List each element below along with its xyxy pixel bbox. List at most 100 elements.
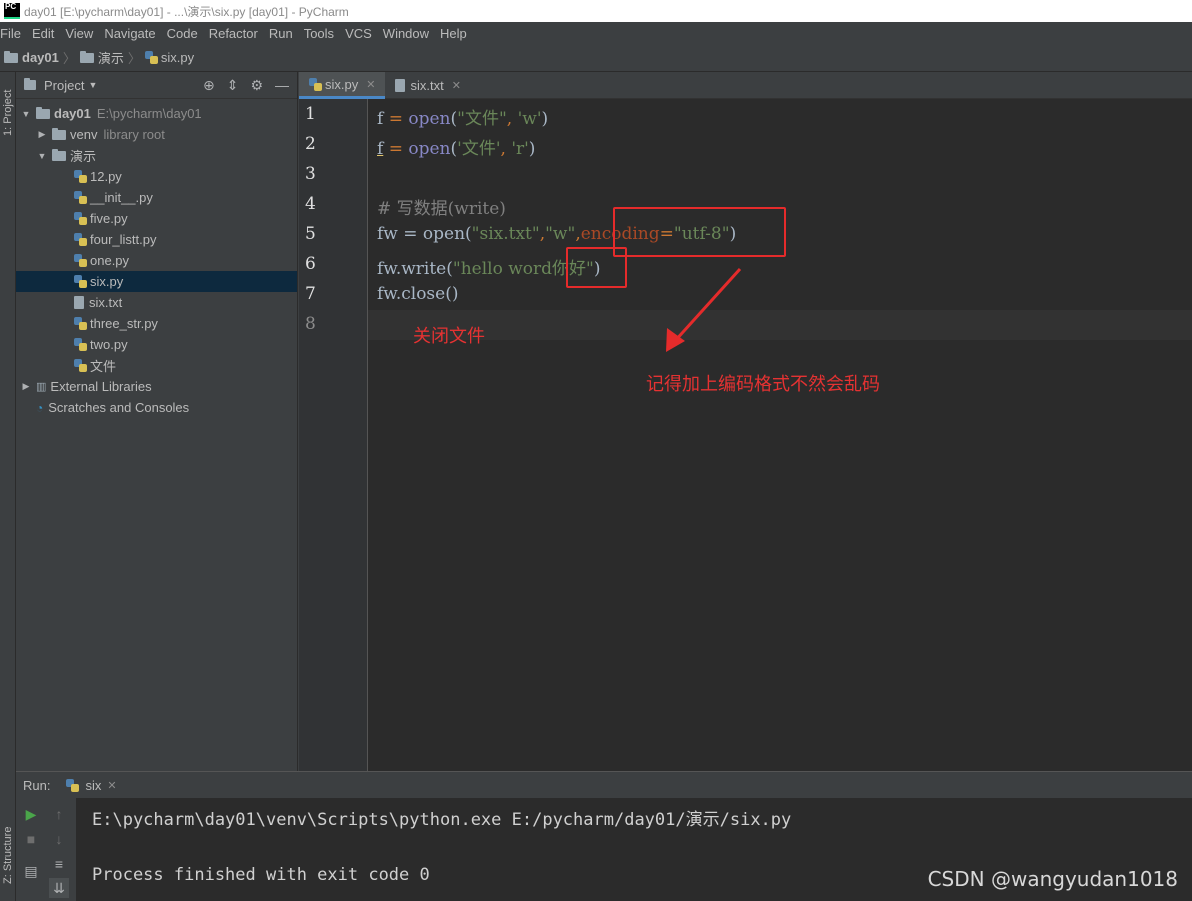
tree-item-file[interactable]: 文件: [16, 355, 297, 376]
breadcrumb-separator: 〉: [62, 51, 76, 66]
expand-arrow-icon[interactable]: ▼: [20, 109, 32, 119]
stop-icon[interactable]: ■: [21, 829, 41, 849]
line-number: 5: [305, 224, 316, 244]
python-file-icon: [74, 170, 87, 183]
gear-icon[interactable]: ⚙: [250, 77, 263, 94]
scroll-to-end-icon[interactable]: ⇊: [49, 878, 69, 898]
python-file-icon: [74, 254, 87, 267]
arrow-down-icon[interactable]: ↓: [49, 829, 69, 849]
line-number: 4: [305, 194, 316, 214]
tree-item-folder[interactable]: ▼ 演示: [16, 145, 297, 166]
rerun-icon[interactable]: ▶: [21, 804, 41, 824]
python-file-icon: [66, 778, 80, 792]
project-tool-tab[interactable]: 1: Project: [0, 78, 16, 148]
project-view-icon: [24, 78, 36, 90]
python-file-icon: [74, 212, 87, 225]
project-tree: ▼ day01 E:\pycharm\day01 ▶ venv library …: [16, 99, 297, 418]
tree-item-file[interactable]: six.txt: [16, 292, 297, 313]
console-output-line: E:\pycharm\day01\venv\Scripts\python.exe…: [92, 810, 792, 830]
folder-icon: [52, 148, 66, 161]
tab-six-py[interactable]: six.py ✕: [299, 72, 386, 99]
python-file-icon: [74, 191, 87, 204]
project-panel-header: Project ▼ ⊕ ⇕ ⚙ —: [16, 72, 297, 99]
menu-edit[interactable]: Edit: [32, 26, 54, 41]
tree-item-file[interactable]: three_str.py: [16, 313, 297, 334]
menu-navigate[interactable]: Navigate: [104, 26, 155, 41]
tab-six-txt[interactable]: six.txt ✕: [385, 72, 470, 99]
tree-item-file[interactable]: 12.py: [16, 166, 297, 187]
pycharm-icon: PC: [4, 3, 20, 19]
tree-item-external-libraries[interactable]: ▶ ▥ External Libraries: [16, 376, 297, 397]
line-number: 2: [305, 134, 316, 154]
annotation-arrow-icon: [666, 267, 742, 352]
run-panel-header: Run: six ✕: [16, 772, 1192, 798]
tree-item-file[interactable]: two.py: [16, 334, 297, 355]
soft-wrap-icon[interactable]: ≡: [49, 854, 69, 874]
close-icon[interactable]: ✕: [366, 78, 375, 91]
chinese-text-highlight-box: [566, 247, 627, 288]
python-file-icon: [309, 77, 322, 91]
layout-icon[interactable]: ▤: [21, 861, 41, 881]
code-editor[interactable]: 1 2 3 4 5 6 7 8 f = open("文件", 'w') f = …: [299, 99, 1192, 771]
line-number: 8: [305, 314, 316, 334]
menu-tools[interactable]: Tools: [304, 26, 334, 41]
tree-item-scratches[interactable]: ◔ Scratches and Consoles: [16, 397, 297, 418]
console-output-line: Process finished with exit code 0: [92, 865, 430, 885]
watermark: CSDN @wangyudan1018: [927, 867, 1178, 891]
menu-code[interactable]: Code: [167, 26, 198, 41]
menu-window[interactable]: Window: [383, 26, 429, 41]
menu-view[interactable]: View: [65, 26, 93, 41]
tree-item-file[interactable]: four_listt.py: [16, 229, 297, 250]
tree-item-file-selected[interactable]: six.py: [16, 271, 297, 292]
tree-item-file[interactable]: one.py: [16, 250, 297, 271]
python-file-icon: [74, 338, 87, 351]
run-tab-six[interactable]: six ✕: [66, 778, 117, 793]
text-file-icon: [74, 296, 84, 309]
menu-file[interactable]: File: [0, 26, 21, 41]
menu-refactor[interactable]: Refactor: [209, 26, 258, 41]
menu-help[interactable]: Help: [440, 26, 467, 41]
minimize-icon[interactable]: —: [275, 77, 289, 94]
run-toolbar: ▶ ↑ ■ ↓ ▤ ≡ ⇊: [16, 798, 76, 901]
code-line: fw.close(): [377, 284, 459, 304]
run-label: Run:: [23, 777, 51, 793]
project-panel: Project ▼ ⊕ ⇕ ⚙ — ▼ day01 E:\pycharm\day…: [16, 72, 298, 771]
line-number: 3: [305, 164, 316, 184]
structure-tool-tab[interactable]: Z: Structure: [0, 814, 16, 896]
python-file-icon: [144, 51, 158, 64]
tree-item-file[interactable]: __init__.py: [16, 187, 297, 208]
line-number: 6: [305, 254, 316, 274]
collapse-icon[interactable]: ⇕: [227, 77, 239, 94]
run-panel: Run: six ✕ ▶ ↑ ■ ↓ ▤ ≡ ⇊ E:\pycharm\day0…: [16, 771, 1192, 901]
line-number: 1: [305, 104, 316, 124]
project-panel-title[interactable]: Project: [44, 78, 84, 93]
collapse-arrow-icon[interactable]: ▶: [20, 381, 32, 392]
annotation-close-file: 关闭文件: [413, 326, 485, 347]
tree-item-root[interactable]: ▼ day01 E:\pycharm\day01: [16, 103, 297, 124]
menu-vcs[interactable]: VCS: [345, 26, 372, 41]
python-file-icon: [74, 275, 87, 288]
editor-tabs: six.py ✕ six.txt ✕: [299, 72, 1192, 99]
python-file-icon: [74, 317, 87, 330]
library-icon: ▥: [36, 381, 47, 393]
folder-icon: [36, 106, 50, 119]
close-icon[interactable]: ✕: [107, 779, 116, 792]
collapse-arrow-icon[interactable]: ▶: [36, 129, 48, 140]
folder-icon: [79, 50, 94, 63]
menu-run[interactable]: Run: [269, 26, 293, 41]
close-icon[interactable]: ✕: [452, 79, 461, 92]
code-line: f = open("文件", 'w'): [377, 109, 549, 129]
breadcrumb-file[interactable]: six.py: [144, 50, 194, 65]
locate-icon[interactable]: ⊕: [203, 77, 215, 94]
arrow-up-icon[interactable]: ↑: [49, 804, 69, 824]
python-file-icon: [74, 233, 87, 246]
line-number: 7: [305, 284, 316, 304]
breadcrumb-folder[interactable]: 演示: [79, 48, 124, 67]
title-bar: PC day01 [E:\pycharm\day01] - ...\演示\six…: [0, 0, 1192, 22]
breadcrumb-root[interactable]: day01: [4, 50, 59, 65]
tree-item-file[interactable]: five.py: [16, 208, 297, 229]
folder-icon: [52, 127, 66, 140]
tree-item-venv[interactable]: ▶ venv library root: [16, 124, 297, 145]
expand-arrow-icon[interactable]: ▼: [36, 151, 48, 161]
chevron-down-icon[interactable]: ▼: [88, 80, 97, 90]
